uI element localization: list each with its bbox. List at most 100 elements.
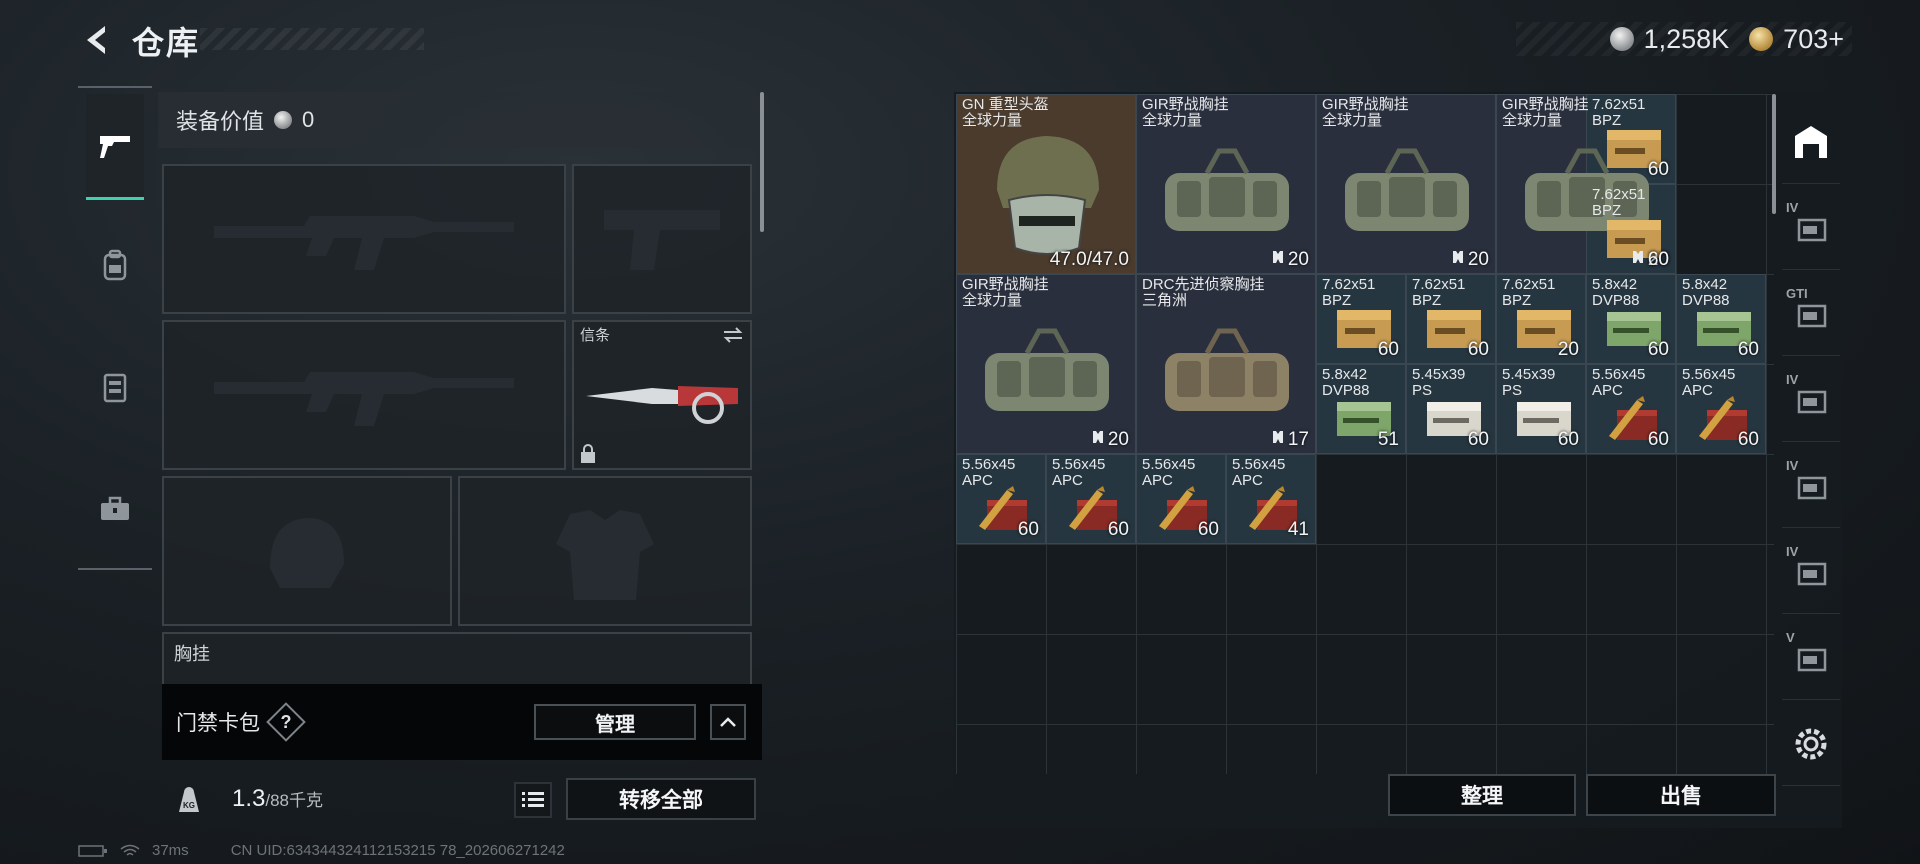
inventory-item[interactable]: 5.56x45 APC 60 [956,454,1046,544]
item-name: 7.62x51 BPZ [1502,277,1555,309]
item-count-value: 60 [1197,519,1219,540]
storage-tab[interactable]: IV [1782,186,1840,270]
storage-tab-label: IV [1786,458,1799,473]
item-subtitle: 全球力量 [1142,112,1203,129]
chest-rig-icon [985,328,1109,411]
item-name-line: 5.56x45 [1592,366,1646,383]
item-name-line: DRC先进侦察胸挂 [1142,276,1265,293]
tab-chest-rig[interactable] [86,334,144,440]
item-count-value: 60 [1647,249,1669,270]
item-name: GIR野战胸挂 全球力量 [1502,97,1589,129]
item-count-value: 60 [1647,159,1669,180]
list-icon [522,792,544,807]
inventory-item[interactable]: 5.8x42 DVP88 51 [1316,364,1406,454]
storage-tab[interactable]: IV [1782,530,1840,614]
item-subtitle: APC [1682,382,1713,399]
swap-icon[interactable] [722,326,744,344]
item-count-value: 20 [1557,339,1579,360]
armor-silhouette-icon [556,510,654,600]
storage-tab[interactable] [1782,100,1840,184]
item-name-line: 5.45x39 [1502,366,1556,383]
inventory-item[interactable]: 5.8x42 DVP88 60 [1586,274,1676,364]
item-count: 60 [1018,519,1039,541]
back-button[interactable] [76,18,116,62]
storage-tab[interactable]: GTI [1782,272,1840,356]
item-count: 60 [1468,339,1489,361]
inventory-scrollbar[interactable] [1772,94,1776,214]
armor-slot[interactable] [458,476,752,626]
item-name-line: GIR野战胸挂 [1322,96,1409,113]
chest-rig-icon [103,373,127,403]
storage-tab[interactable]: IV [1782,444,1840,528]
list-view-button[interactable] [514,782,552,818]
primary-weapon-slot[interactable] [162,164,566,314]
manage-button[interactable]: 管理 [534,704,696,740]
inventory-item[interactable]: 5.45x39 PS 60 [1496,364,1586,454]
gold-coin-icon [1749,27,1774,51]
inventory-item[interactable]: 5.56x45 APC 60 [1586,364,1676,454]
inventory-item[interactable]: DRC先进侦察胸挂 三角洲 17 [1136,274,1316,454]
sell-button[interactable]: 出售 [1586,774,1776,816]
item-subtitle: BPZ [1412,292,1442,309]
inventory-item[interactable]: 5.56x45 APC 41 [1226,454,1316,544]
item-count-value: 20 [1467,249,1489,270]
keycard-bar: 门禁卡包 ? 管理 [162,684,762,760]
chest-rig-slot[interactable]: 胸挂 [162,632,752,686]
tab-backpack[interactable] [86,212,144,318]
item-subtitle: PS [1412,382,1433,399]
storage-v-icon [1797,648,1827,671]
item-name-line: 7.62x51 [1502,276,1556,293]
item-name-line: 5.56x45 [1142,456,1196,473]
inventory-item[interactable]: GN 重型头盔 全球力量 47.0/47.0 [956,94,1136,274]
item-count: 60 [1558,429,1579,451]
status-bar: 37ms CN UID:634344324112153215 78_202606… [78,842,565,859]
item-name: GIR野战胸挂 全球力量 [1322,97,1409,129]
secondary-weapon-slot[interactable] [572,164,752,314]
inventory-item[interactable]: GIR野战胸挂 全球力量 20 [1136,94,1316,274]
currency-bar: 1,258K 703+ [1516,22,1852,56]
item-count-value: 20 [1287,249,1309,270]
item-name: 5.56x45 APC [1052,457,1105,489]
tab-toolbox[interactable] [86,456,144,562]
equipment-scrollbar[interactable] [760,92,764,232]
inventory-item[interactable]: 7.62x51 BPZ 60 [1406,274,1496,364]
sort-button[interactable]: 整理 [1388,774,1576,816]
melee-slot[interactable]: 信条 [572,320,752,470]
tab-weapons[interactable] [86,94,144,200]
item-subtitle: DVP88 [1592,292,1640,309]
item-durability: 17 [1271,429,1309,451]
inventory-item[interactable]: 7.62x51 BPZ 60 [1316,274,1406,364]
inventory-item[interactable]: 5.56x45 APC 60 [1046,454,1136,544]
inventory-item[interactable]: 5.45x39 PS 60 [1406,364,1496,454]
item-durability: 20 [1451,249,1489,271]
inventory-item[interactable]: GIR野战胸挂 全球力量 20 [1316,94,1496,274]
storage-tab[interactable] [1782,702,1840,786]
inventory-item[interactable]: 5.56x45 APC 60 [1676,364,1766,454]
item-count-value: 60 [1737,339,1759,360]
item-name-line: 7.62x51 [1322,276,1376,293]
item-subtitle: APC [1052,472,1083,489]
item-name-line: 5.56x45 [962,456,1016,473]
item-count: 60 [1108,519,1129,541]
helmet-slot[interactable] [162,476,452,626]
item-name: 5.56x45 APC [1232,457,1285,489]
inventory-item[interactable]: 5.56x45 APC 60 [1136,454,1226,544]
storage-tab[interactable]: V [1782,616,1840,700]
chevron-up-icon [720,717,736,727]
item-count: 60 [1648,159,1669,181]
storage-tab[interactable]: IV [1782,358,1840,442]
equipment-tab-rail [78,86,152,570]
item-subtitle: DVP88 [1682,292,1730,309]
collapse-button[interactable] [710,704,746,740]
help-icon[interactable]: ? [266,702,306,742]
item-count: 60 [1468,429,1489,451]
item-count-value: 60 [1647,429,1669,450]
item-subtitle: APC [1592,382,1623,399]
item-count: 41 [1288,519,1309,541]
storage-tab-label: GTI [1786,286,1808,301]
transfer-all-button[interactable]: 转移全部 [566,778,756,820]
tertiary-weapon-slot[interactable] [162,320,566,470]
inventory-item[interactable]: 5.8x42 DVP88 60 [1676,274,1766,364]
inventory-item[interactable]: 7.62x51 BPZ 20 [1496,274,1586,364]
inventory-item[interactable]: GIR野战胸挂 全球力量 20 [956,274,1136,454]
